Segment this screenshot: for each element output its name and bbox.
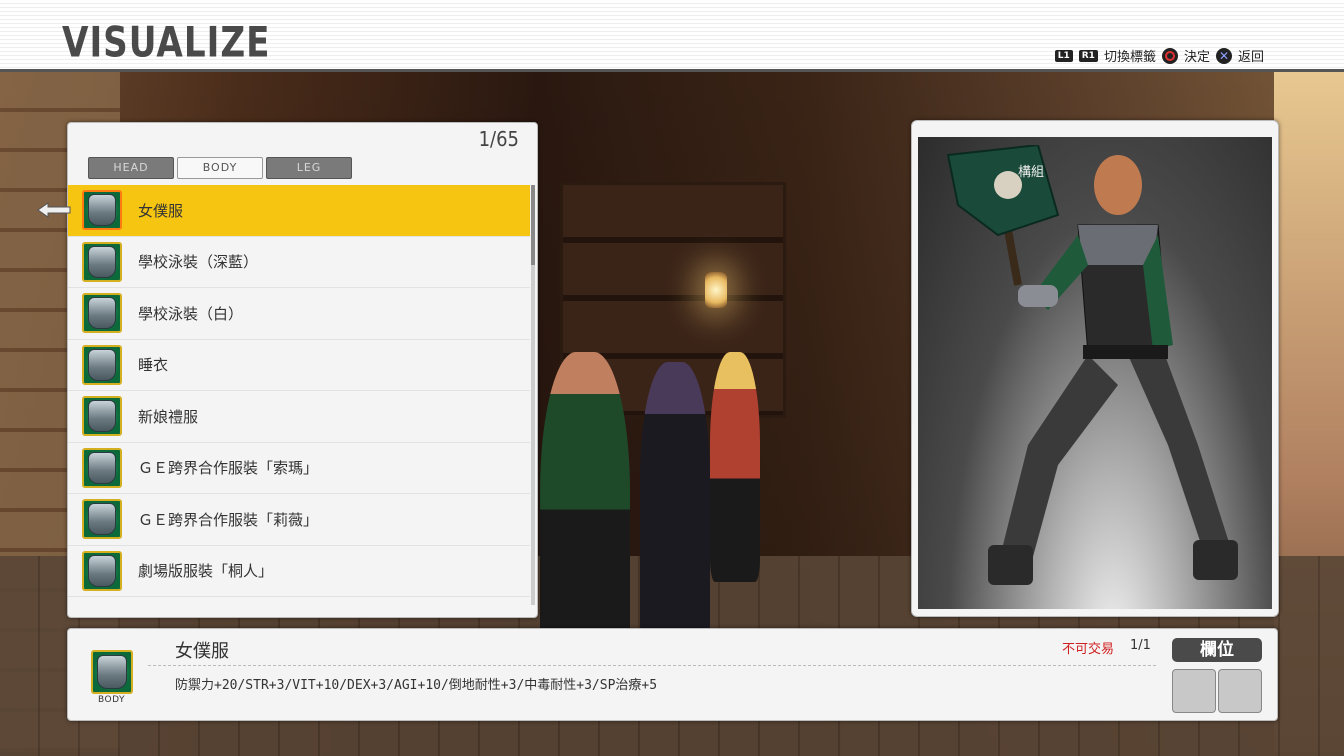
armor-icon	[82, 396, 122, 437]
armor-icon	[82, 190, 122, 231]
equipment-slot[interactable]	[1218, 669, 1262, 713]
equipment-slot[interactable]	[1172, 669, 1216, 713]
category-tabs: HEAD BODY LEG	[88, 157, 352, 179]
trade-status: 不可交易	[1062, 642, 1115, 657]
item-name: ＧＥ跨界合作服裝「索瑪」	[138, 459, 319, 478]
item-stats: 防禦力+20/STR+3/VIT+10/DEX+3/AGI+10/倒地耐性+3/…	[175, 678, 658, 693]
list-item[interactable]: ＧＥ跨界合作服裝「索瑪」	[68, 443, 530, 494]
item-counter: 1/65	[478, 127, 519, 151]
item-name: 劇場版服裝「桐人」	[138, 562, 274, 581]
costume-list: 女僕服 學校泳裝（深藍） 學校泳裝（白） 睡衣 新娘禮服 ＧＥ跨界合作服裝「索瑪…	[68, 185, 530, 597]
cross-button-icon: ✕	[1215, 47, 1232, 64]
tab-head[interactable]: HEAD	[88, 157, 174, 179]
item-info-panel: BODY 女僕服 防禦力+20/STR+3/VIT+10/DEX+3/AGI+1…	[67, 628, 1278, 721]
item-name: 學校泳裝（深藍）	[138, 253, 259, 272]
selection-cursor-icon	[37, 202, 71, 218]
costume-list-panel: 1/65 HEAD BODY LEG 女僕服 學校泳裝（深藍） 學校泳裝（白） …	[67, 122, 538, 618]
item-name: 學校泳裝（白）	[138, 304, 244, 323]
hanging-lamp	[705, 272, 727, 308]
armor-icon	[82, 344, 122, 385]
tab-body[interactable]: BODY	[177, 157, 263, 179]
armor-icon	[82, 499, 122, 540]
divider	[148, 665, 1156, 666]
list-item[interactable]: 學校泳裝（深藍）	[68, 237, 530, 288]
item-category: BODY	[98, 695, 126, 705]
list-item[interactable]: 新娘禮服	[68, 391, 530, 443]
character-model	[946, 145, 1238, 585]
page-title: VISUALIZE	[62, 17, 271, 67]
list-item[interactable]: 女僕服	[68, 185, 530, 237]
slot-header: 欄位	[1172, 638, 1262, 662]
armor-icon	[82, 550, 122, 591]
item-name: ＧＥ跨界合作服裝「莉薇」	[138, 510, 319, 529]
r1-button-icon: R1	[1078, 49, 1098, 62]
armor-icon	[82, 241, 122, 282]
switch-tab-hint: 切換標籤	[1103, 50, 1156, 65]
list-item[interactable]: ＧＥ跨界合作服裝「莉薇」	[68, 494, 530, 546]
item-name: 睡衣	[138, 356, 169, 375]
item-name: 新娘禮服	[138, 407, 199, 426]
confirm-hint: 決定	[1183, 50, 1210, 65]
party-member	[640, 362, 710, 652]
list-item[interactable]: 學校泳裝（白）	[68, 288, 530, 340]
list-item[interactable]: 劇場版服裝「桐人」	[68, 546, 530, 597]
item-name: 女僕服	[175, 641, 229, 662]
button-hints: L1 R1 切換標籤 決定 ✕ 返回	[1054, 46, 1264, 65]
set-label: 構組	[1018, 165, 1045, 180]
back-hint: 返回	[1237, 50, 1264, 65]
list-scrollbar[interactable]	[531, 185, 535, 605]
armor-icon	[91, 650, 133, 694]
preview-stage: 構組	[918, 137, 1272, 609]
item-name: 女僕服	[138, 201, 184, 220]
item-quantity: 1/1	[1130, 638, 1151, 653]
list-item[interactable]: 睡衣	[68, 340, 530, 391]
character-preview-panel: 構組	[911, 120, 1279, 617]
armor-icon	[82, 447, 122, 488]
tab-leg[interactable]: LEG	[266, 157, 352, 179]
scrollbar-thumb[interactable]	[531, 185, 535, 265]
armor-icon	[82, 293, 122, 334]
party-member	[710, 352, 760, 582]
l1-button-icon: L1	[1054, 49, 1073, 62]
header-bar: VISUALIZE L1 R1 切換標籤 決定 ✕ 返回	[0, 0, 1344, 72]
circle-button-icon	[1161, 47, 1178, 64]
